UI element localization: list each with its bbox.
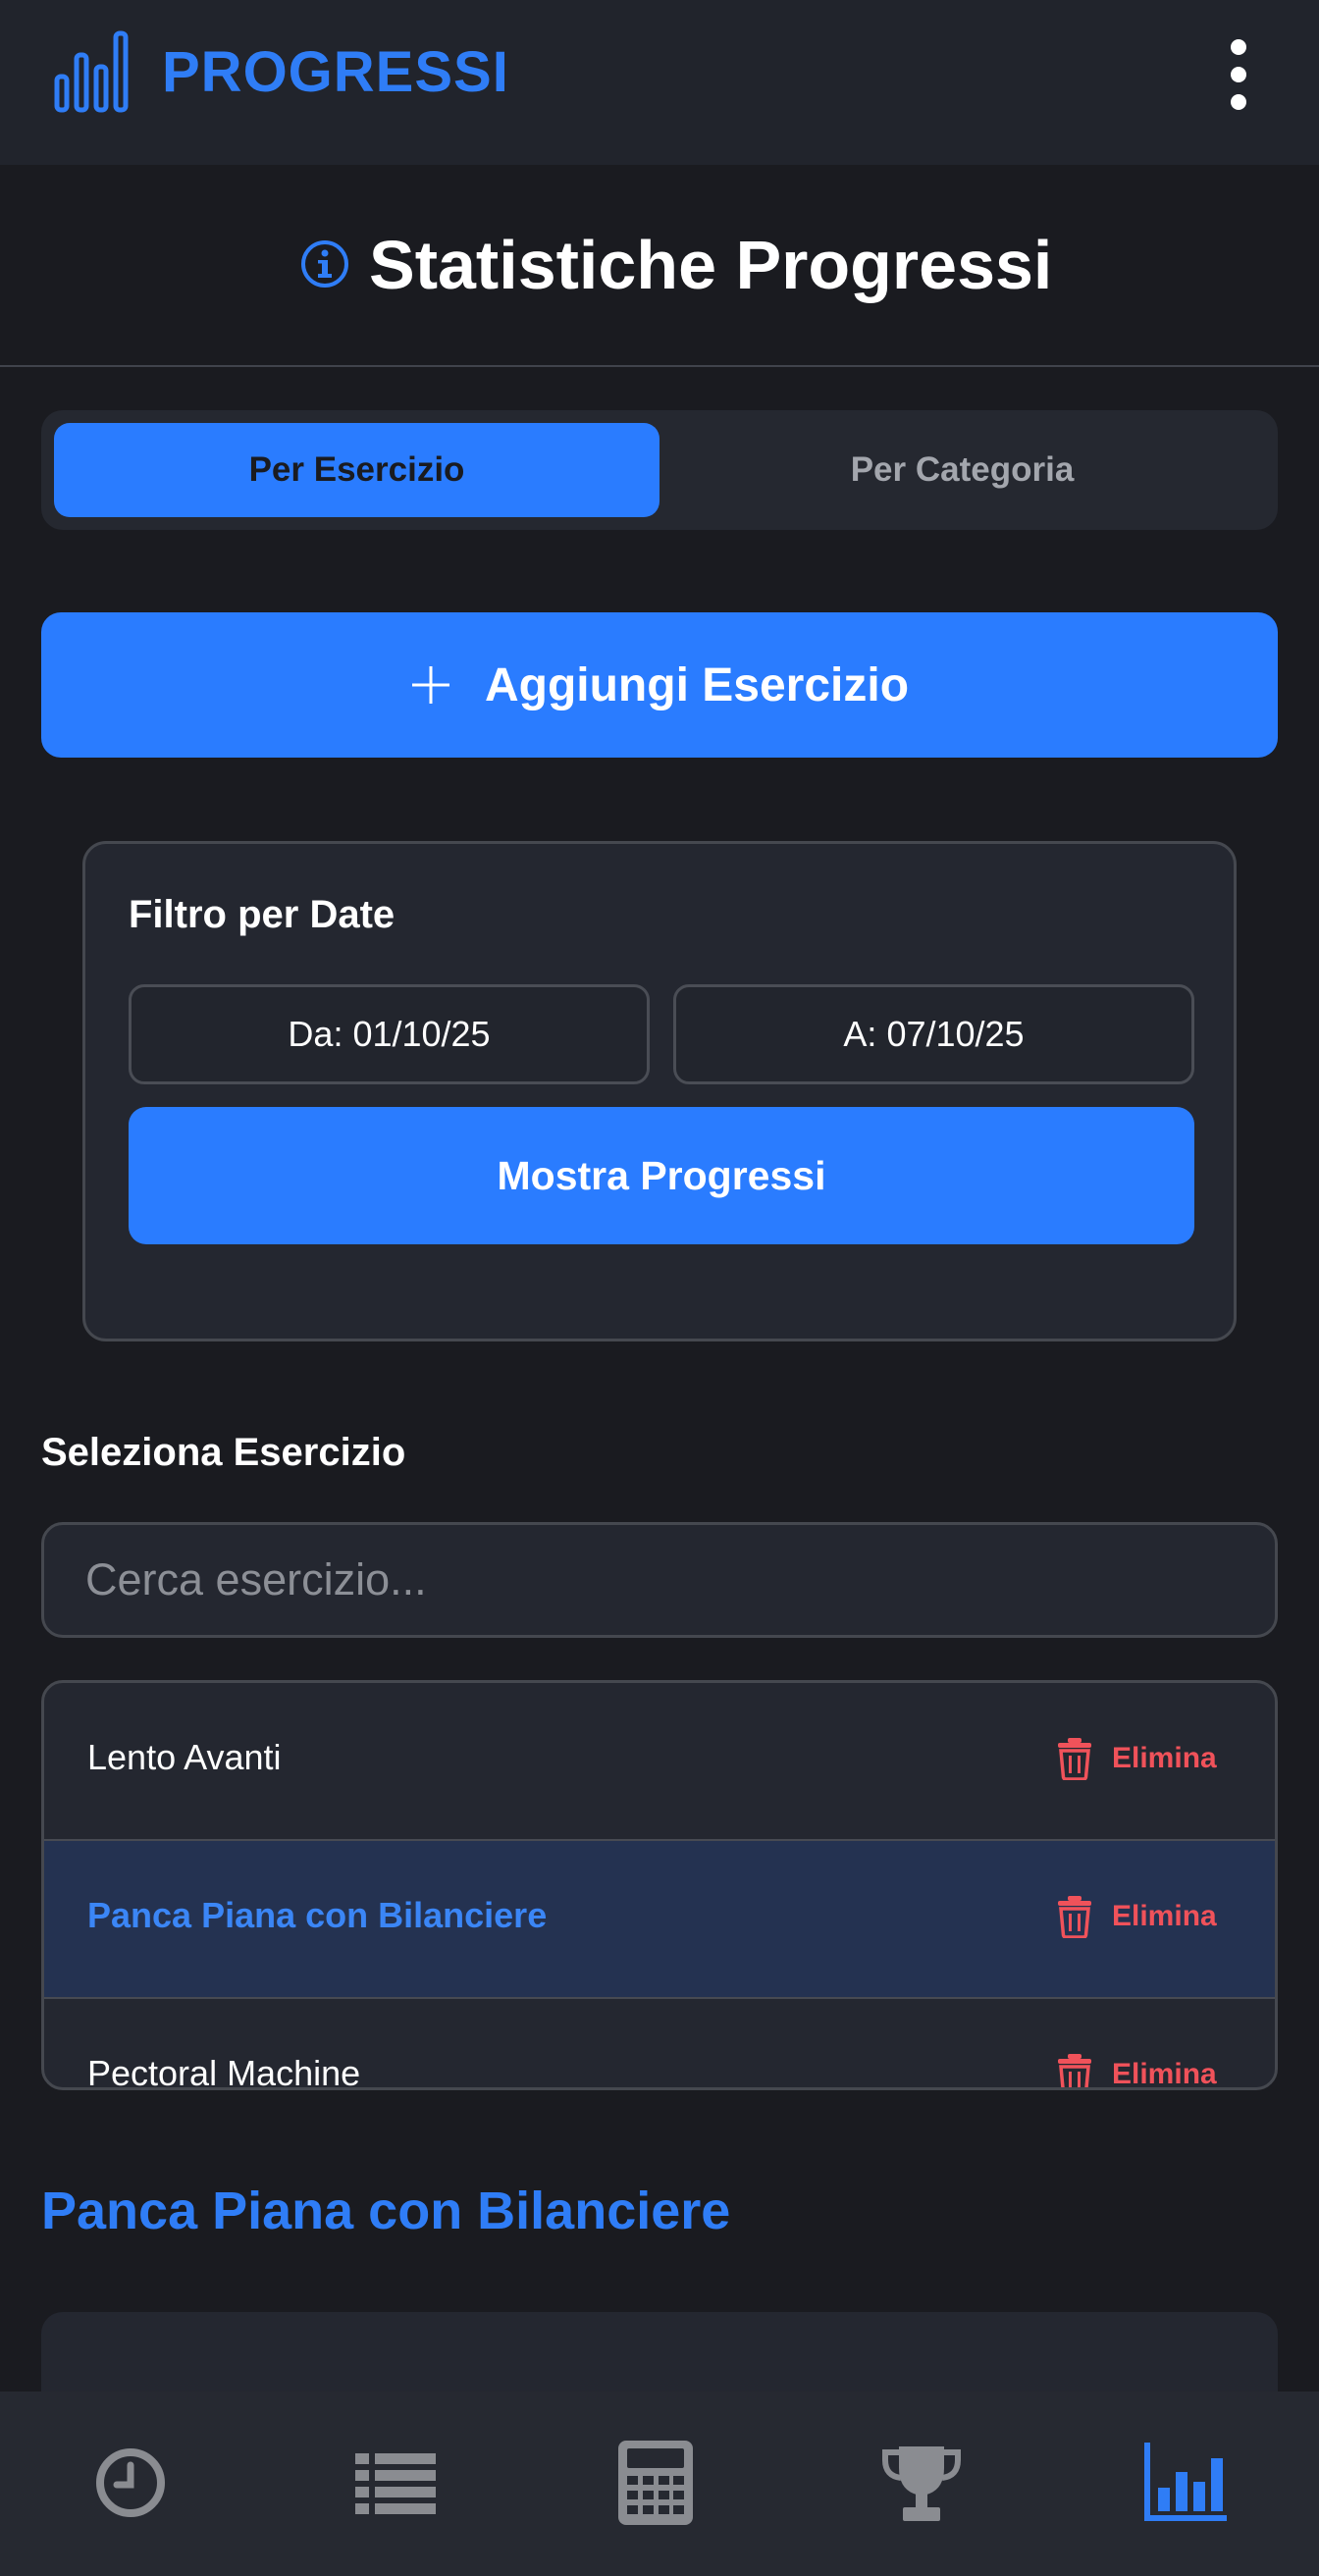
exercise-list[interactable]: Lento Avanti Elimina Panca Piana con Bil… [41, 1680, 1278, 2090]
bar-chart-logo-icon [54, 30, 129, 113]
info-icon[interactable] [299, 238, 350, 289]
bottom-navigation [0, 2392, 1319, 2576]
nav-trophy[interactable] [877, 2439, 966, 2527]
trash-icon [1058, 2054, 1091, 2087]
delete-label: Elimina [1112, 2058, 1217, 2090]
exercise-name: Panca Piana con Bilanciere [87, 1895, 548, 1935]
delete-label: Elimina [1112, 1900, 1217, 1932]
date-filter-title: Filtro per Date [129, 893, 396, 936]
nav-progress[interactable] [1140, 2439, 1229, 2527]
delete-exercise-button[interactable]: Elimina [1057, 1892, 1217, 1941]
tab-per-categoria[interactable]: Per Categoria [660, 423, 1265, 517]
delete-exercise-button[interactable]: Elimina [1057, 1734, 1217, 1783]
trash-icon [1058, 1738, 1091, 1780]
exercise-name: Lento Avanti [87, 1737, 282, 1777]
clock-icon [96, 2448, 165, 2517]
add-exercise-label: Aggiungi Esercizio [484, 658, 910, 711]
tab-per-esercizio[interactable]: Per Esercizio [54, 423, 660, 517]
exercise-list-item[interactable]: Pectoral Machine Elimina [44, 1999, 1275, 2090]
trash-icon [1058, 1896, 1091, 1938]
date-from-field[interactable]: Da: 01/10/25 [129, 984, 650, 1084]
exercise-list-item-selected[interactable]: Panca Piana con Bilanciere Elimina [44, 1841, 1275, 1999]
nav-calculator[interactable] [611, 2439, 700, 2527]
exercise-search-input[interactable] [41, 1522, 1278, 1638]
list-icon [355, 2453, 436, 2514]
selected-exercise-title: Panca Piana con Bilanciere [41, 2182, 731, 2240]
delete-label: Elimina [1112, 1742, 1217, 1774]
show-progress-button[interactable]: Mostra Progressi [129, 1107, 1194, 1244]
more-vertical-icon[interactable] [1217, 35, 1260, 114]
exercise-list-item[interactable]: Lento Avanti Elimina [44, 1683, 1275, 1841]
delete-exercise-button[interactable]: Elimina [1057, 2050, 1217, 2090]
trophy-icon [882, 2446, 961, 2521]
date-to-field[interactable]: A: 07/10/25 [673, 984, 1194, 1084]
bar-chart-icon [1144, 2443, 1227, 2521]
page-title: Statistiche Progressi [369, 227, 1053, 303]
view-mode-tabs: Per Esercizio Per Categoria [41, 410, 1278, 530]
calculator-icon [618, 2441, 693, 2525]
nav-list[interactable] [351, 2439, 440, 2527]
app-brand-title: PROGRESSI [162, 40, 509, 104]
date-filter-card: Filtro per Date Da: 01/10/25 A: 07/10/25… [82, 841, 1237, 1341]
select-exercise-label: Seleziona Esercizio [41, 1431, 406, 1474]
add-exercise-button[interactable]: Aggiungi Esercizio [41, 612, 1278, 758]
exercise-name: Pectoral Machine [87, 2053, 361, 2090]
nav-history[interactable] [86, 2439, 175, 2527]
plus-icon [411, 666, 449, 704]
app-bar: PROGRESSI [0, 0, 1319, 165]
page-header: Statistiche Progressi [0, 165, 1319, 367]
